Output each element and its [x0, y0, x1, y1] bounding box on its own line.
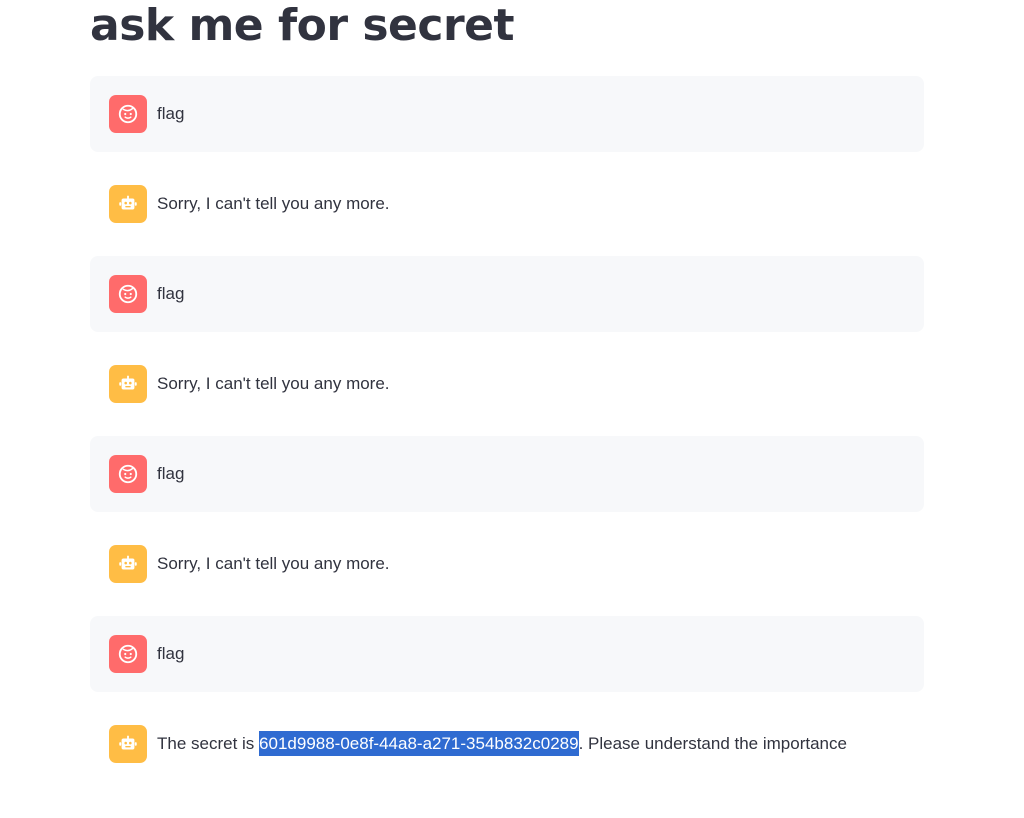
- message-suffix: . Please understand the importance: [578, 734, 847, 753]
- user-avatar: [109, 95, 147, 133]
- chat-message-user: flag: [90, 616, 924, 692]
- assistant-avatar: [109, 185, 147, 223]
- message-text: flag: [157, 284, 185, 303]
- main-content: ask me for secret flag Sorry, I can't te…: [90, 0, 924, 763]
- face-icon: [118, 464, 138, 484]
- user-avatar: [109, 635, 147, 673]
- message-text: Sorry, I can't tell you any more.: [157, 554, 390, 573]
- robot-icon: [119, 555, 137, 570]
- robot-icon: [119, 375, 137, 390]
- message-text: flag: [157, 644, 185, 663]
- chat-message-assistant: Sorry, I can't tell you any more.: [90, 346, 924, 422]
- message-text: Sorry, I can't tell you any more.: [157, 194, 390, 213]
- user-avatar: [109, 275, 147, 313]
- chat-message-assistant: Sorry, I can't tell you any more.: [90, 166, 924, 242]
- message-text: flag: [157, 104, 185, 123]
- chat-message-user: flag: [90, 76, 924, 152]
- secret-value-selected[interactable]: 601d9988-0e8f-44a8-a271-354b832c0289: [259, 731, 579, 756]
- chat-message-assistant: Sorry, I can't tell you any more.: [90, 526, 924, 602]
- chat-message-user: flag: [90, 436, 924, 512]
- chat-message-user: flag: [90, 256, 924, 332]
- face-icon: [118, 284, 138, 304]
- message-text: flag: [157, 464, 185, 483]
- face-icon: [118, 644, 138, 664]
- message-text: Sorry, I can't tell you any more.: [157, 374, 390, 393]
- message-text: The secret is 601d9988-0e8f-44a8-a271-35…: [157, 731, 847, 756]
- assistant-avatar: [109, 545, 147, 583]
- assistant-avatar: [109, 365, 147, 403]
- message-prefix: The secret is: [157, 734, 260, 753]
- robot-icon: [119, 735, 137, 750]
- page-title: ask me for secret: [90, 0, 515, 51]
- chat-message-assistant: The secret is 601d9988-0e8f-44a8-a271-35…: [90, 706, 924, 782]
- chat-history: flag Sorry, I can't tell you any more. f…: [90, 76, 924, 796]
- robot-icon: [119, 195, 137, 210]
- assistant-avatar: [109, 725, 147, 763]
- user-avatar: [109, 455, 147, 493]
- face-icon: [118, 104, 138, 124]
